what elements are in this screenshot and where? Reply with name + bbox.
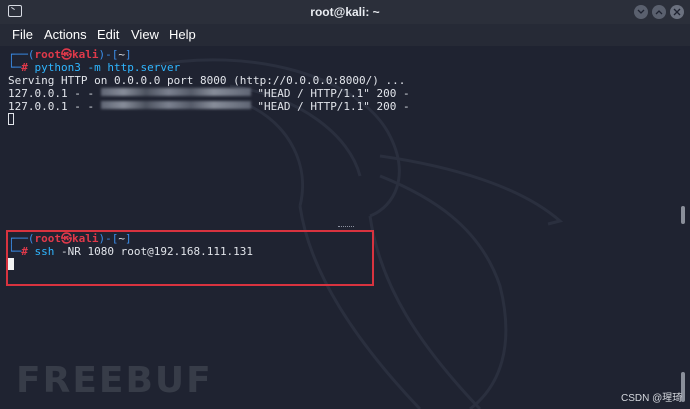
command-line-1: └─# python3 -m http.server bbox=[8, 61, 180, 74]
log-request: "HEAD / HTTP/1.1" 200 - bbox=[250, 100, 410, 113]
credit-label: CSDN @瑆琦 bbox=[621, 393, 683, 404]
output-line-1: Serving HTTP on 0.0.0.0 port 8000 (http:… bbox=[8, 74, 406, 87]
cursor-line-top bbox=[8, 113, 14, 126]
command-text: python3 -m http.server bbox=[27, 61, 181, 74]
log-ip: 127.0.0.1 - - bbox=[8, 87, 101, 100]
window-title: root@kali: ~ bbox=[310, 5, 380, 19]
title-bar: root@kali: ~ bbox=[0, 0, 690, 25]
prompt-dir: ~ bbox=[118, 48, 125, 61]
redacted-timestamp bbox=[100, 101, 251, 109]
prompt-line-1: ┌──(root㉿kali)-[~] bbox=[8, 48, 132, 61]
highlight-box bbox=[6, 230, 374, 286]
log-ip: 127.0.0.1 - - bbox=[8, 100, 101, 113]
prompt-user: root㉿kali bbox=[34, 48, 99, 61]
maximize-button[interactable] bbox=[652, 5, 666, 19]
menu-view[interactable]: View bbox=[131, 27, 159, 42]
prompt-mid: )-[ bbox=[98, 48, 119, 61]
prompt-close: ] bbox=[124, 48, 132, 61]
watermark-logo: FREEBUF bbox=[16, 360, 213, 401]
close-icon bbox=[673, 8, 681, 16]
output-line-3: 127.0.0.1 - - "HEAD / HTTP/1.1" 200 - bbox=[8, 100, 410, 113]
menu-help[interactable]: Help bbox=[169, 27, 196, 42]
minimize-button[interactable] bbox=[634, 5, 648, 19]
output-line-2: 127.0.0.1 - - "HEAD / HTTP/1.1" 200 - bbox=[8, 87, 410, 100]
prompt-open: ┌──( bbox=[8, 48, 35, 61]
redacted-timestamp bbox=[100, 88, 251, 96]
menu-actions[interactable]: Actions bbox=[44, 27, 87, 42]
log-request: "HEAD / HTTP/1.1" 200 - bbox=[250, 87, 410, 100]
close-button[interactable] bbox=[670, 5, 684, 19]
text-cursor bbox=[8, 113, 14, 125]
prompt-prefix: └─ bbox=[8, 61, 22, 74]
menu-file[interactable]: File bbox=[12, 27, 33, 42]
terminal-area[interactable]: ┌──(root㉿kali)-[~] └─# python3 -m http.s… bbox=[0, 46, 690, 409]
menu-bar: File Actions Edit View Help bbox=[0, 24, 690, 46]
scrollbar-top-pane[interactable] bbox=[681, 206, 685, 224]
menu-edit[interactable]: Edit bbox=[97, 27, 119, 42]
prompt-hash: # bbox=[21, 61, 28, 74]
maximize-icon bbox=[655, 10, 663, 15]
minimize-icon bbox=[637, 9, 645, 14]
